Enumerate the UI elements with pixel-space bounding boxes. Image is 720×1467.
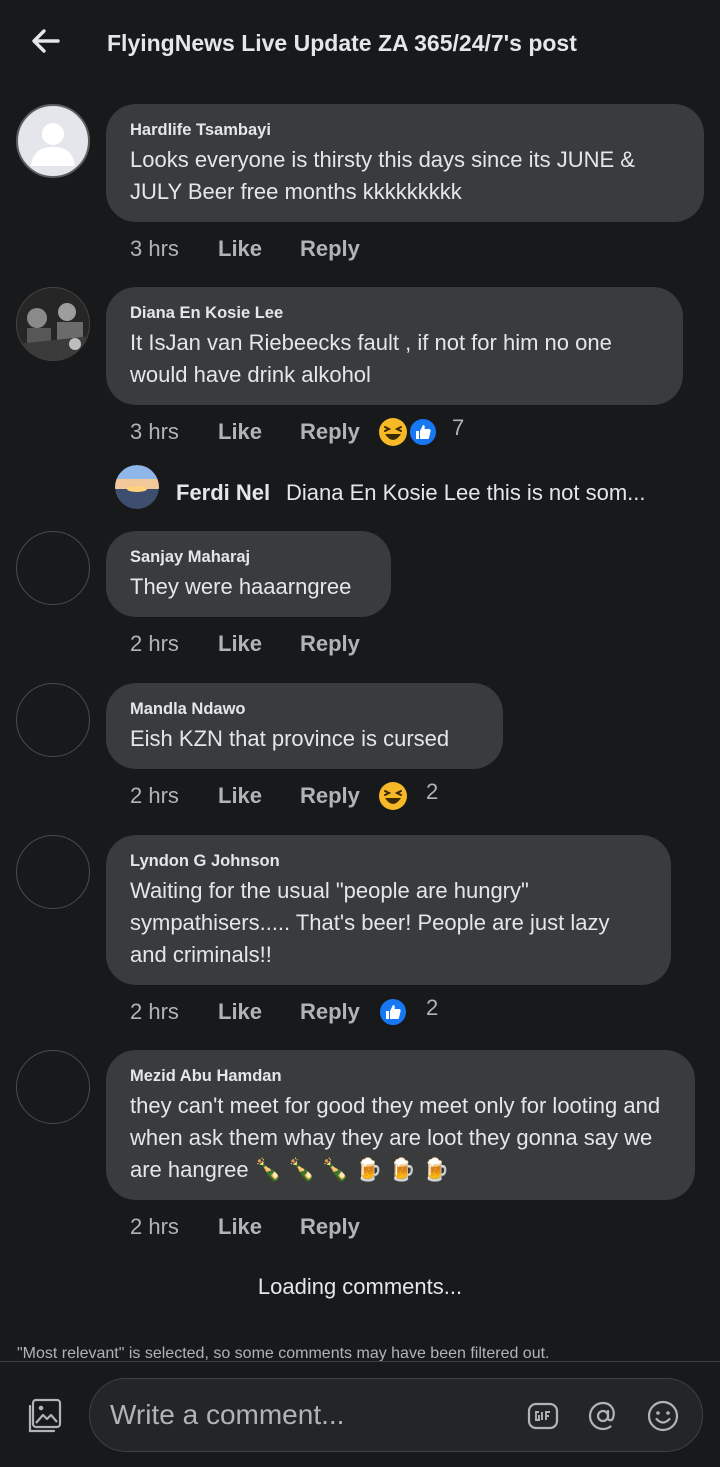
like-button[interactable]: Like xyxy=(218,1214,262,1240)
reply-avatar[interactable] xyxy=(115,465,159,509)
photo-gallery-icon[interactable] xyxy=(26,1398,62,1434)
comment-input-placeholder: Write a comment... xyxy=(110,1399,345,1430)
gif-icon[interactable] xyxy=(526,1399,560,1433)
comment-time[interactable]: 3 hrs xyxy=(130,419,179,445)
comment-time[interactable]: 2 hrs xyxy=(130,1214,179,1240)
comment-time[interactable]: 2 hrs xyxy=(130,783,179,809)
reply-text: Diana En Kosie Lee this is not som... xyxy=(286,480,646,505)
page-title: FlyingNews Live Update ZA 365/24/7's pos… xyxy=(107,30,577,56)
loading-comments: Loading comments... xyxy=(257,1274,463,1299)
reaction-summary[interactable]: 2 xyxy=(378,995,458,1029)
top-bar: FlyingNews Live Update ZA 365/24/7's pos… xyxy=(0,0,720,90)
avatar[interactable] xyxy=(16,104,90,178)
reaction-count: 2 xyxy=(426,779,439,804)
comment-bubble[interactable]: Mezid Abu Hamdan they can't meet for goo… xyxy=(106,1050,695,1200)
profile-photo-icon xyxy=(17,288,89,360)
comment-author[interactable]: Hardlife Tsambayi xyxy=(130,120,680,140)
comment-author[interactable]: Mezid Abu Hamdan xyxy=(130,1066,671,1086)
back-arrow-icon[interactable] xyxy=(28,24,62,58)
avatar[interactable] xyxy=(16,287,90,361)
haha-icon xyxy=(379,418,407,446)
reply-author[interactable]: Ferdi Nel xyxy=(176,480,270,506)
comment-bubble[interactable]: Diana En Kosie Lee It IsJan van Riebeeck… xyxy=(106,287,683,405)
comment-text: Eish KZN that province is cursed xyxy=(130,726,450,751)
comment-author[interactable]: Lyndon G Johnson xyxy=(130,851,647,871)
comment-bubble[interactable]: Lyndon G Johnson Waiting for the usual "… xyxy=(106,835,671,985)
like-button[interactable]: Like xyxy=(218,999,262,1025)
comment-bubble[interactable]: Sanjay Maharaj They were haaarngree xyxy=(106,531,391,617)
like-icon xyxy=(378,997,408,1027)
reply-preview[interactable]: Ferdi Nel Diana En Kosie Lee this is not… xyxy=(115,465,715,509)
reply-button[interactable]: Reply xyxy=(300,631,360,657)
reply-button[interactable]: Reply xyxy=(300,419,360,445)
like-button[interactable]: Like xyxy=(218,631,262,657)
comment-input[interactable]: Write a comment... xyxy=(89,1378,703,1452)
reaction-count: 7 xyxy=(452,415,465,440)
comment-author[interactable]: Sanjay Maharaj xyxy=(130,547,367,567)
comment-text: They were haaarngree xyxy=(130,574,352,599)
comment-text: It IsJan van Riebeecks fault , if not fo… xyxy=(130,330,612,387)
reaction-summary[interactable]: 2 xyxy=(378,779,458,813)
reaction-summary[interactable]: 7 xyxy=(378,415,478,449)
comment-composer: Write a comment... xyxy=(0,1362,720,1467)
reply-button[interactable]: Reply xyxy=(300,236,360,262)
like-button[interactable]: Like xyxy=(218,783,262,809)
reply-button[interactable]: Reply xyxy=(300,999,360,1025)
like-button[interactable]: Like xyxy=(218,236,262,262)
comment-bubble[interactable]: Mandla Ndawo Eish KZN that province is c… xyxy=(106,683,503,769)
like-button[interactable]: Like xyxy=(218,419,262,445)
comment-time[interactable]: 2 hrs xyxy=(130,631,179,657)
emoji-icon[interactable] xyxy=(646,1399,680,1433)
avatar[interactable] xyxy=(16,683,90,757)
avatar[interactable] xyxy=(16,531,90,605)
default-profile-icon xyxy=(31,123,75,166)
avatar[interactable] xyxy=(16,1050,90,1124)
mention-icon[interactable] xyxy=(586,1399,620,1433)
haha-icon xyxy=(379,782,407,810)
comment-bubble[interactable]: Hardlife Tsambayi Looks everyone is thir… xyxy=(106,104,704,222)
reply-button[interactable]: Reply xyxy=(300,783,360,809)
comment-actions: 2 hrs Like Reply 2 xyxy=(130,779,490,813)
reply-button[interactable]: Reply xyxy=(300,1214,360,1240)
reaction-count: 2 xyxy=(426,995,439,1020)
comment-text: Looks everyone is thirsty this days sinc… xyxy=(130,147,635,204)
avatar[interactable] xyxy=(16,835,90,909)
comment-actions: 2 hrs Like Reply 2 xyxy=(130,995,490,1029)
comment-text: they can't meet for good they meet only … xyxy=(130,1093,661,1182)
filter-notice: "Most relevant" is selected, so some com… xyxy=(17,1345,550,1361)
comment-author[interactable]: Diana En Kosie Lee xyxy=(130,303,659,323)
comment-time[interactable]: 3 hrs xyxy=(130,236,179,262)
comment-text: Waiting for the usual "people are hungry… xyxy=(130,878,610,967)
comment-actions: 3 hrs Like Reply 7 xyxy=(130,415,530,449)
comment-time[interactable]: 2 hrs xyxy=(130,999,179,1025)
like-icon xyxy=(408,417,438,447)
comment-author[interactable]: Mandla Ndawo xyxy=(130,699,479,719)
